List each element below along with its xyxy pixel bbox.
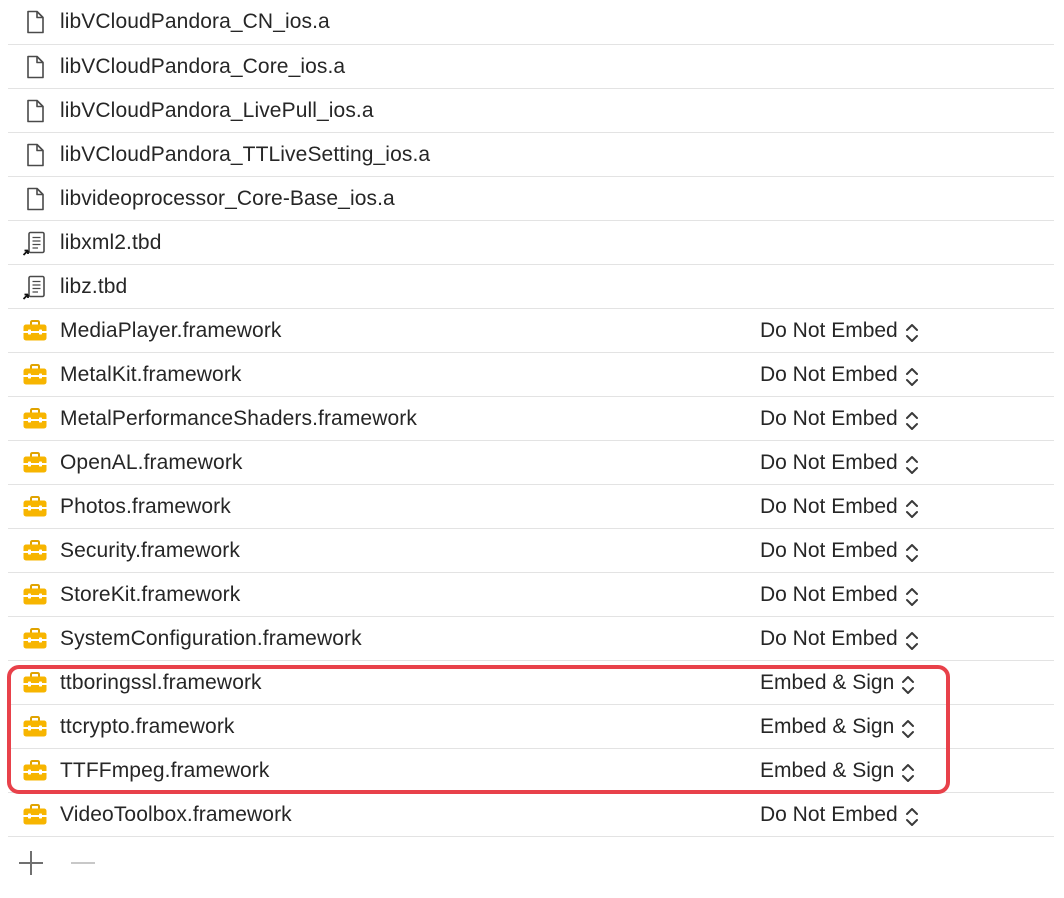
file-icon <box>22 186 48 212</box>
list-row-libvideoprocessor-core-base-ios-a[interactable]: libvideoprocessor_Core-Base_ios.a <box>8 177 1054 221</box>
list-row-libvcloudpandora-core-ios-a[interactable]: libVCloudPandora_Core_ios.a <box>8 45 1054 89</box>
framework-toolbox-icon <box>22 582 48 608</box>
remove-button[interactable] <box>68 848 98 878</box>
item-name: OpenAL.framework <box>60 451 243 474</box>
embed-value: Embed & Sign <box>760 715 895 738</box>
item-name: MetalPerformanceShaders.framework <box>60 407 417 430</box>
embed-value: Do Not Embed <box>760 363 898 386</box>
item-name: Security.framework <box>60 539 240 562</box>
item-name: libVCloudPandora_TTLiveSetting_ios.a <box>60 143 431 166</box>
list-row-libvcloudpandora-livepull-ios-a[interactable]: libVCloudPandora_LivePull_ios.a <box>8 89 1054 133</box>
list-row-libz-tbd[interactable]: libz.tbd <box>8 265 1054 309</box>
item-name: libvideoprocessor_Core-Base_ios.a <box>60 187 395 210</box>
item-name: TTFFmpeg.framework <box>60 759 270 782</box>
list-row-openal-framework[interactable]: OpenAL.framework Do Not Embed <box>8 441 1054 485</box>
embed-popup-button[interactable]: Embed & Sign <box>760 705 916 749</box>
framework-toolbox-icon <box>22 362 48 388</box>
embed-value: Do Not Embed <box>760 539 898 562</box>
list-row-ttboringssl-framework[interactable]: ttboringssl.framework Embed & Sign <box>8 661 1054 705</box>
file-icon <box>22 9 48 35</box>
list-row-photos-framework[interactable]: Photos.framework Do Not Embed <box>8 485 1054 529</box>
updown-chevron-icon <box>904 537 920 563</box>
list-row-ttffmpeg-framework[interactable]: TTFFmpeg.framework Embed & Sign <box>8 749 1054 793</box>
framework-toolbox-icon <box>22 450 48 476</box>
tbd-alias-icon <box>22 230 48 256</box>
embed-value: Do Not Embed <box>760 627 898 650</box>
minus-icon <box>71 862 95 864</box>
item-name: ttcrypto.framework <box>60 715 235 738</box>
framework-toolbox-icon <box>22 670 48 696</box>
frameworks-libraries-list: libVCloudPandora_CN_ios.a libVCloudPandor… <box>8 0 1054 837</box>
embed-value: Do Not Embed <box>760 583 898 606</box>
file-icon <box>22 142 48 168</box>
list-row-videotoolbox-framework[interactable]: VideoToolbox.framework Do Not Embed <box>8 793 1054 837</box>
framework-toolbox-icon <box>22 626 48 652</box>
embed-value: Embed & Sign <box>760 671 895 694</box>
updown-chevron-icon <box>904 405 920 431</box>
tbd-alias-icon <box>22 274 48 300</box>
embed-value: Do Not Embed <box>760 451 898 474</box>
embed-popup-button[interactable]: Do Not Embed <box>760 793 920 837</box>
file-icon <box>22 98 48 124</box>
item-name: StoreKit.framework <box>60 583 241 606</box>
embed-value: Do Not Embed <box>760 407 898 430</box>
list-row-metalkit-framework[interactable]: MetalKit.framework Do Not Embed <box>8 353 1054 397</box>
updown-chevron-icon <box>900 713 916 739</box>
item-name: VideoToolbox.framework <box>60 803 292 826</box>
updown-chevron-icon <box>904 801 920 827</box>
framework-toolbox-icon <box>22 802 48 828</box>
embed-value: Do Not Embed <box>760 495 898 518</box>
list-row-security-framework[interactable]: Security.framework Do Not Embed <box>8 529 1054 573</box>
embed-popup-button[interactable]: Do Not Embed <box>760 353 920 397</box>
list-row-storekit-framework[interactable]: StoreKit.framework Do Not Embed <box>8 573 1054 617</box>
embed-popup-button[interactable]: Do Not Embed <box>760 441 920 485</box>
list-row-mediaplayer-framework[interactable]: MediaPlayer.framework Do Not Embed <box>8 309 1054 353</box>
item-name: libVCloudPandora_Core_ios.a <box>60 55 346 78</box>
list-row-libvcloudpandora-ttlivesetting-ios-a[interactable]: libVCloudPandora_TTLiveSetting_ios.a <box>8 133 1054 177</box>
framework-toolbox-icon <box>22 714 48 740</box>
updown-chevron-icon <box>904 581 920 607</box>
item-name: ttboringssl.framework <box>60 671 262 694</box>
list-row-systemconfiguration-framework[interactable]: SystemConfiguration.framework Do Not Embe… <box>8 617 1054 661</box>
framework-toolbox-icon <box>22 758 48 784</box>
embed-popup-button[interactable]: Do Not Embed <box>760 573 920 617</box>
item-name: MediaPlayer.framework <box>60 319 282 342</box>
item-name: libz.tbd <box>60 275 128 298</box>
framework-toolbox-icon <box>22 318 48 344</box>
embed-value: Embed & Sign <box>760 759 895 782</box>
item-name: libxml2.tbd <box>60 231 162 254</box>
list-row-metalperformanceshaders-framework[interactable]: MetalPerformanceShaders.framework Do Not … <box>8 397 1054 441</box>
framework-toolbox-icon <box>22 406 48 432</box>
item-name: MetalKit.framework <box>60 363 242 386</box>
item-name: libVCloudPandora_CN_ios.a <box>60 10 330 33</box>
list-row-libxml2-tbd[interactable]: libxml2.tbd <box>8 221 1054 265</box>
plus-icon <box>19 851 43 875</box>
updown-chevron-icon <box>900 669 916 695</box>
list-row-libvcloudpandora-cn-ios-a[interactable]: libVCloudPandora_CN_ios.a <box>8 0 1054 45</box>
updown-chevron-icon <box>900 757 916 783</box>
add-button[interactable] <box>16 848 46 878</box>
item-name: Photos.framework <box>60 495 231 518</box>
updown-chevron-icon <box>904 361 920 387</box>
item-name: SystemConfiguration.framework <box>60 627 362 650</box>
updown-chevron-icon <box>904 317 920 343</box>
embed-popup-button[interactable]: Embed & Sign <box>760 749 916 793</box>
embed-popup-button[interactable]: Do Not Embed <box>760 397 920 441</box>
updown-chevron-icon <box>904 493 920 519</box>
framework-toolbox-icon <box>22 494 48 520</box>
file-icon <box>22 54 48 80</box>
item-name: libVCloudPandora_LivePull_ios.a <box>60 99 374 122</box>
embed-popup-button[interactable]: Embed & Sign <box>760 661 916 705</box>
embed-popup-button[interactable]: Do Not Embed <box>760 617 920 661</box>
updown-chevron-icon <box>904 625 920 651</box>
embed-popup-button[interactable]: Do Not Embed <box>760 309 920 353</box>
updown-chevron-icon <box>904 449 920 475</box>
framework-toolbox-icon <box>22 538 48 564</box>
embed-popup-button[interactable]: Do Not Embed <box>760 485 920 529</box>
embed-value: Do Not Embed <box>760 319 898 342</box>
embed-popup-button[interactable]: Do Not Embed <box>760 529 920 573</box>
embed-value: Do Not Embed <box>760 803 898 826</box>
list-row-ttcrypto-framework[interactable]: ttcrypto.framework Embed & Sign <box>8 705 1054 749</box>
